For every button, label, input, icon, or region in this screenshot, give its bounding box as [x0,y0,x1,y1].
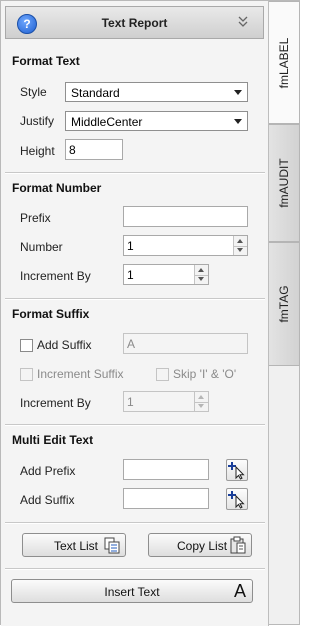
suffix-increment-value: 1 [127,395,134,409]
insert-text-label: Insert Text [104,585,160,599]
divider [5,424,265,426]
increment-suffix-checkbox[interactable] [20,368,33,381]
number-spin-buttons[interactable] [233,236,247,255]
panel-title: Text Report [101,16,168,30]
suffix-increment-stepper[interactable]: 1 [123,391,209,412]
tab-fmlabel-label: fmLABEL [277,37,291,88]
divider [5,522,265,524]
increment-by-label: Increment By [20,269,91,283]
number-label: Number [20,240,63,254]
prefix-label: Prefix [20,211,51,225]
add-suffix-multi-label: Add Suffix [20,493,75,507]
suffix-increment-by-label: Increment By [20,396,91,410]
add-suffix-label: Add Suffix [37,338,92,352]
copy-list-label: Copy List [177,539,228,553]
tab-fmaudit[interactable]: fmAUDIT [269,124,300,242]
style-label: Style [20,85,47,99]
text-list-icon [104,537,120,554]
suffix-value: A [127,337,136,351]
app-window: ? Text Report Format Text Style Standard… [0,0,301,626]
height-input[interactable]: 8 [65,139,123,160]
tab-fmlabel[interactable]: fmLABEL [269,1,300,124]
multi-edit-heading: Multi Edit Text [12,433,94,447]
suffix-increment-spin-buttons[interactable] [194,392,208,411]
number-value: 1 [127,239,134,253]
format-number-heading: Format Number [12,181,102,195]
add-prefix-input[interactable] [123,459,209,480]
add-pick-cursor-icon [228,462,245,480]
increment-by-stepper[interactable]: 1 [123,264,209,285]
divider [5,568,265,570]
increment-spin-buttons[interactable] [194,265,208,284]
insert-text-button[interactable]: Insert Text A [11,579,253,603]
divider [5,172,265,174]
increment-value: 1 [127,268,134,282]
number-stepper[interactable]: 1 [123,235,248,256]
height-label: Height [20,144,55,158]
tab-fmtag-label: fmTAG [277,285,291,323]
dropdown-arrow-icon [234,90,242,95]
add-suffix-multi-input[interactable] [123,488,209,509]
add-pick-cursor-icon [228,491,245,509]
style-selected-value: Standard [71,86,120,100]
divider [5,298,265,300]
justify-dropdown[interactable]: MiddleCenter [65,111,248,131]
format-text-heading: Format Text [12,54,80,68]
add-prefix-label: Add Prefix [20,464,76,478]
text-report-panel: ? Text Report Format Text Style Standard… [1,1,269,626]
justify-selected-value: MiddleCenter [71,115,143,129]
collapse-chevron-icon[interactable] [237,15,249,29]
prefix-input[interactable] [123,206,248,227]
text-list-label: Text List [54,539,99,553]
copy-list-button[interactable]: Copy List [148,533,252,557]
tab-fmaudit-label: fmAUDIT [277,158,291,208]
text-list-button[interactable]: Text List [22,533,126,557]
skip-io-checkbox[interactable] [156,368,169,381]
increment-suffix-label: Increment Suffix [37,367,124,381]
insert-text-a-icon: A [233,581,246,601]
clipboard-icon [230,536,246,554]
skip-io-label: Skip 'I' & 'O' [173,367,237,381]
justify-label: Justify [20,114,55,128]
format-suffix-heading: Format Suffix [12,307,90,321]
add-suffix-checkbox[interactable] [20,339,33,352]
height-value: 8 [69,143,76,157]
tab-strip: fmLABEL fmAUDIT fmTAG [269,1,301,626]
dropdown-arrow-icon [234,119,242,124]
pick-prefix-button[interactable] [226,459,248,481]
tab-fmtag[interactable]: fmTAG [269,242,300,366]
pick-suffix-button[interactable] [226,488,248,510]
panel-header: ? Text Report [5,6,264,39]
suffix-input[interactable]: A [123,333,248,354]
style-dropdown[interactable]: Standard [65,82,248,102]
